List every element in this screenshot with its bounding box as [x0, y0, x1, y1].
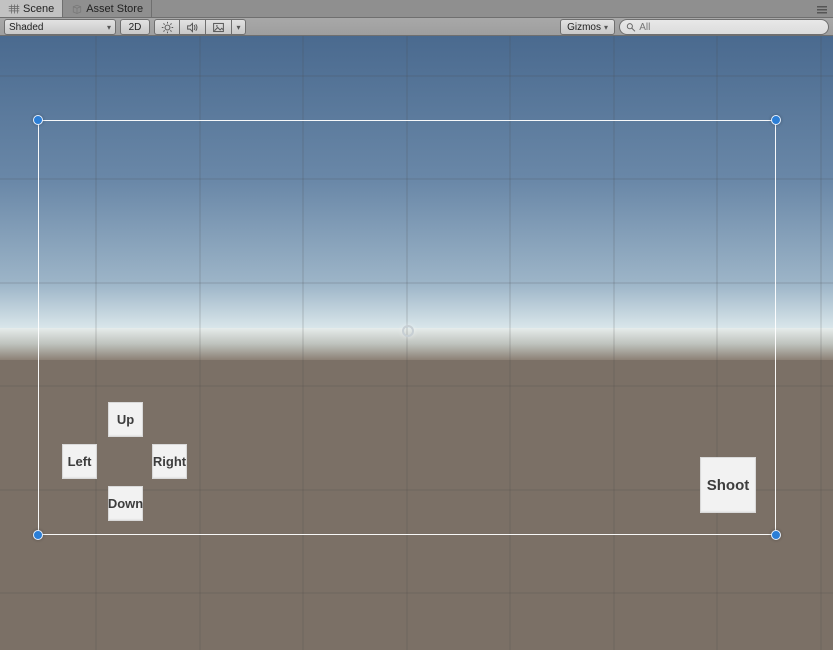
- horizon-band: [0, 328, 833, 360]
- left-button[interactable]: Left: [62, 444, 97, 479]
- 2d-toggle[interactable]: 2D: [120, 19, 150, 35]
- tab-assetstore[interactable]: Asset Store: [63, 0, 152, 17]
- search-box[interactable]: [619, 19, 829, 35]
- toolbar-spacer: [246, 18, 560, 35]
- up-button[interactable]: Up: [108, 402, 143, 437]
- shading-dropdown[interactable]: Shaded ▾: [4, 19, 116, 35]
- audio-toggle[interactable]: [180, 19, 206, 35]
- shading-label: Shaded: [9, 22, 43, 33]
- scene-toolbar: Shaded ▾ 2D ▾ Gizmos ▾: [0, 18, 833, 36]
- tab-bar: Scene Asset Store: [0, 0, 833, 18]
- gizmos-label: Gizmos: [567, 22, 601, 33]
- search-icon: [626, 22, 636, 33]
- fx-dropdown[interactable]: ▾: [232, 19, 246, 35]
- caret-down-icon: ▾: [236, 23, 240, 32]
- tab-scene[interactable]: Scene: [0, 0, 63, 17]
- rect-handle-top-left[interactable]: [33, 115, 43, 125]
- scene-viewport[interactable]: Up Left Right Down Shoot: [0, 36, 833, 650]
- fx-toggle[interactable]: [206, 19, 232, 35]
- rect-handle-bottom-left[interactable]: [33, 530, 43, 540]
- panel-menu-icon[interactable]: [815, 2, 829, 16]
- caret-down-icon: ▾: [107, 23, 111, 32]
- right-button[interactable]: Right: [152, 444, 187, 479]
- rect-handle-bottom-right[interactable]: [771, 530, 781, 540]
- audio-icon: [186, 21, 199, 34]
- scene-icon: [8, 3, 20, 15]
- sky-gradient: [0, 36, 833, 328]
- sun-icon: [161, 21, 174, 34]
- rect-handle-top-right[interactable]: [771, 115, 781, 125]
- tab-scene-label: Scene: [23, 3, 54, 15]
- gizmos-dropdown[interactable]: Gizmos ▾: [560, 19, 615, 35]
- 2d-label: 2D: [129, 22, 142, 33]
- shoot-button[interactable]: Shoot: [700, 457, 756, 513]
- scene-pivot-icon: [402, 325, 414, 337]
- search-input[interactable]: [639, 22, 822, 33]
- tab-assetstore-label: Asset Store: [86, 3, 143, 15]
- lighting-toggle[interactable]: [154, 19, 180, 35]
- down-button[interactable]: Down: [108, 486, 143, 521]
- caret-down-icon: ▾: [604, 23, 608, 32]
- image-icon: [212, 21, 225, 34]
- assetstore-icon: [71, 3, 83, 15]
